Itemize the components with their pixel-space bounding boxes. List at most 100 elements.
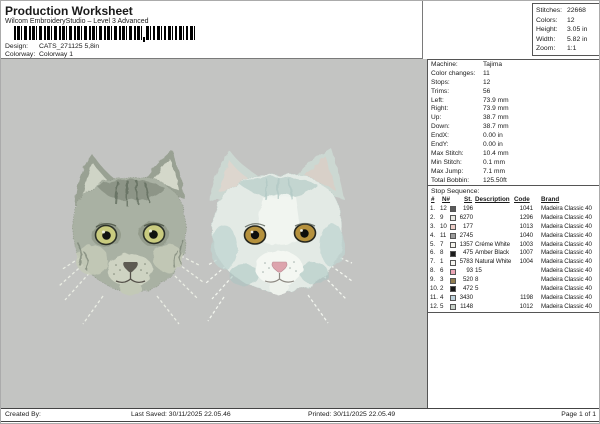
created-by-label: Created By:: [5, 411, 41, 418]
table-row: 11. 4 3430 1198 Madeira Classic 40: [428, 294, 599, 303]
thread-description: [475, 303, 513, 312]
thread-color-cell: [450, 276, 458, 285]
color-swatch: [450, 224, 456, 231]
table-row: 12. 5 1148 1012 Madeira Classic 40: [428, 303, 599, 312]
summary-label: Height:: [536, 26, 558, 34]
thread-color-cell: [450, 249, 458, 258]
colorway-label: Colorway:: [5, 51, 36, 58]
needle-number: 12: [440, 205, 447, 212]
machine-label: Up:: [431, 114, 442, 122]
printed-text: Printed: 30/11/2025 22.05.49: [308, 411, 396, 418]
thread-brand: Madeira Classic 40: [541, 222, 592, 230]
thread-brand: Madeira Classic 40: [541, 276, 592, 284]
row-number: 12.: [430, 302, 439, 310]
machine-value: 7.1 mm: [483, 167, 505, 175]
col-header-description: Description: [475, 196, 510, 203]
colorway-value: Colorway 1: [39, 51, 73, 58]
summary-label: Zoom:: [536, 45, 556, 53]
thread-description: 8: [475, 276, 479, 284]
stitch-count: 196: [462, 205, 473, 212]
summary-label: Colors:: [536, 16, 558, 24]
needle-number: 9: [440, 213, 444, 221]
table-row: 6. 8 475 Amber Black 1007 Madeira Classi…: [428, 249, 599, 258]
app-subtitle: Wilcom EmbroideryStudio – Level 3 Advanc…: [5, 18, 149, 25]
thread-brand: Madeira Classic 40: [541, 240, 592, 248]
row-number: 6.: [430, 249, 435, 257]
summary-row: Width: 5.82 in: [533, 35, 599, 45]
thread-description: [475, 294, 513, 303]
machine-row: Stops: 12: [428, 79, 599, 88]
machine-value: 38.7 mm: [483, 123, 509, 131]
summary-row: Zoom: 1:1: [533, 44, 599, 54]
machine-label: Color changes:: [431, 69, 476, 77]
thread-brand: Madeira Classic 40: [541, 293, 592, 301]
needle-number: 2: [440, 285, 444, 293]
machine-row: EndX: 0.00 in: [428, 132, 599, 141]
stitch-count: 1148: [460, 302, 473, 310]
stitch-count: 475: [462, 249, 473, 257]
stitch-count: 2745: [459, 231, 473, 239]
thread-color-cell: [450, 294, 458, 303]
summary-row: Height: 3.05 in: [533, 25, 599, 35]
row-number: 1.: [430, 205, 435, 212]
gray-cat-embroidery: [59, 150, 204, 325]
stitch-count: 1357: [459, 240, 473, 248]
machine-row: EndY: 0.00 in: [428, 141, 599, 150]
thread-description: [475, 214, 513, 223]
needle-number: 8: [440, 249, 444, 257]
thread-brand: Madeira Classic 40: [541, 231, 592, 239]
col-header-code: Code: [514, 196, 530, 203]
thread-color-cell: [450, 285, 458, 294]
thread-color-cell: [450, 241, 458, 250]
stitch-count: 3430: [459, 293, 473, 301]
stitch-count: 472: [462, 285, 473, 293]
table-row: 10. 2 472 5 Madeira Classic 40: [428, 285, 599, 294]
thread-code: 1003: [519, 240, 533, 248]
thread-code: 1004: [519, 258, 533, 266]
stop-sequence-header: # N# St. Description Code Brand: [428, 196, 599, 205]
barcode-segment: [146, 26, 196, 40]
summary-value: 3.05 in: [567, 26, 588, 34]
summary-row: Colors: 12: [533, 16, 599, 26]
color-swatch: [450, 277, 456, 284]
stitch-count: 6270: [459, 213, 473, 221]
machine-label: Trims:: [431, 87, 450, 95]
thread-brand: Madeira Classic 40: [541, 267, 592, 275]
machine-row: Right: 73.9 mm: [428, 105, 599, 114]
machine-label: Machine:: [431, 61, 458, 68]
color-swatch: [450, 250, 456, 257]
color-swatch: [450, 242, 456, 248]
design-canvas: [1, 59, 427, 408]
row-number: 5.: [430, 240, 435, 248]
thread-code: 1012: [519, 302, 533, 310]
needle-number: 4: [440, 293, 444, 301]
machine-label: Max Stitch:: [431, 149, 464, 157]
color-swatch: [450, 304, 456, 311]
thread-code: 1041: [519, 205, 533, 212]
machine-value: 125.50ft: [483, 176, 507, 184]
design-label: Design:: [5, 43, 29, 50]
needle-number: 6: [440, 267, 444, 275]
color-swatch: [450, 233, 456, 240]
stop-sequence-section: Stop Sequence: # N# St. Description Code…: [428, 186, 599, 313]
thread-brand: Madeira Classic 40: [541, 285, 592, 293]
col-header-brand: Brand: [541, 196, 560, 203]
machine-value: 12: [483, 78, 491, 86]
table-row: 2. 9 6270 1296 Madeira Classic 40: [428, 214, 599, 223]
color-swatch: [450, 206, 456, 213]
design-summary-box: Stitches: 22668 Colors: 12 Height: 3.05 in …: [532, 3, 599, 56]
worksheet-header: Production Worksheet Wilcom EmbroiderySt…: [1, 1, 423, 59]
thread-code: [513, 276, 533, 285]
stitch-count: 177: [462, 222, 473, 230]
row-number: 7.: [430, 258, 435, 266]
machine-value: 0.00 in: [483, 141, 503, 149]
machine-value: 73.9 mm: [483, 105, 509, 113]
design-value: CATS_271125 5,8in: [39, 43, 100, 50]
machine-label: Stops:: [431, 78, 450, 86]
color-swatch: [450, 295, 456, 302]
machine-row: Min Stitch: 0.1 mm: [428, 159, 599, 168]
machine-label: EndY:: [431, 141, 449, 149]
machine-value: 38.7 mm: [483, 114, 509, 122]
colorway-row: Colorway: Colorway 1: [5, 51, 73, 58]
barcode-segment: [14, 26, 142, 40]
